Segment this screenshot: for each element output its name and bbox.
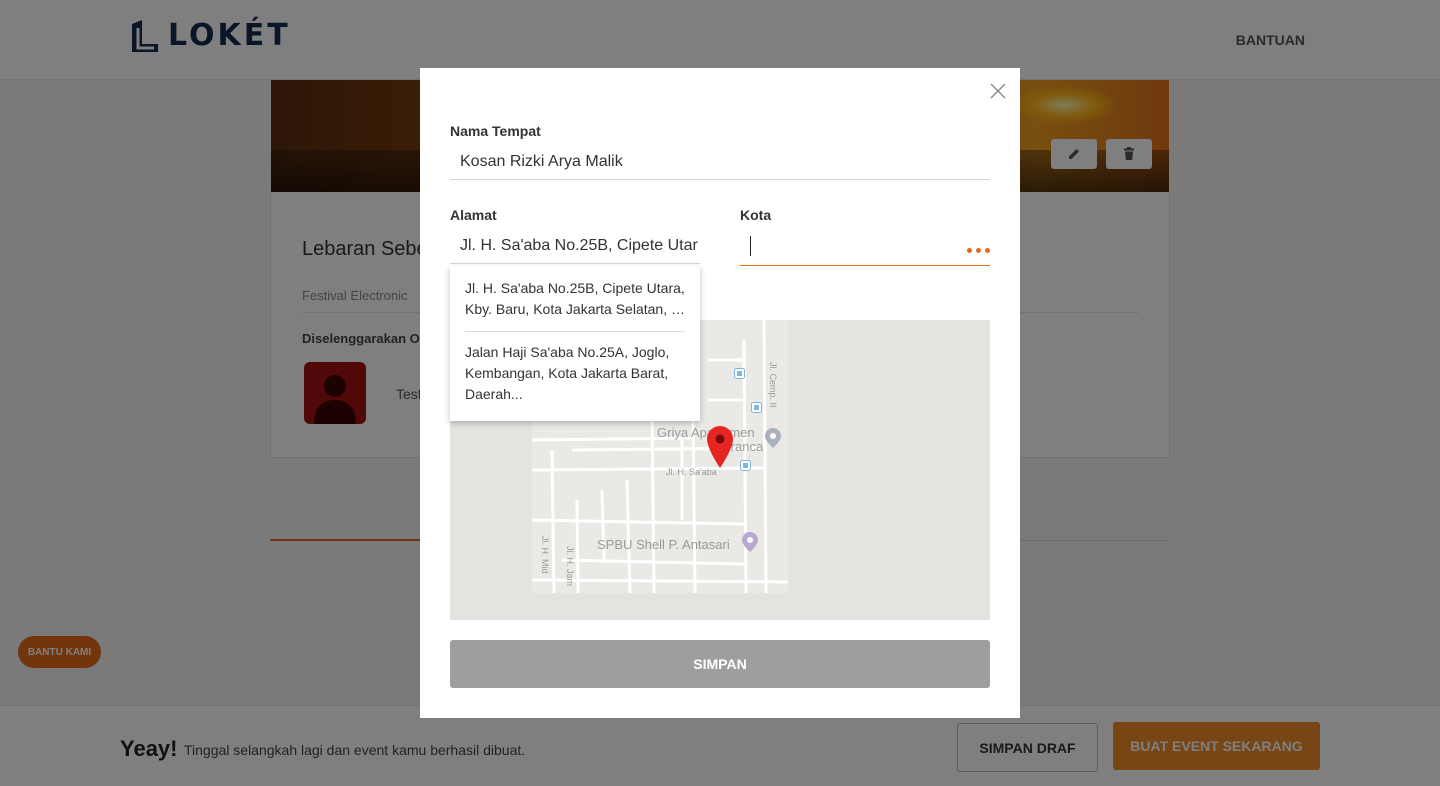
city-input[interactable]: [740, 230, 990, 266]
loading-dots-icon: [967, 248, 990, 253]
city-label: Kota: [740, 207, 772, 223]
address-label: Alamat: [450, 207, 497, 223]
suggestion-item[interactable]: Jl. H. Sa'aba No.25B, Cipete Utara, Kby.…: [465, 266, 685, 331]
map-street-label: Jl. H. Sa'aba: [666, 467, 717, 477]
place-name-input[interactable]: Kosan Rizki Arya Malik: [450, 144, 990, 180]
suggestion-line: Kby. Baru, Kota Jakarta Selatan, D...: [465, 301, 685, 317]
suggestion-line: Daerah...: [465, 386, 523, 402]
save-button[interactable]: SIMPAN: [450, 640, 990, 688]
suggestion-line: Jl. H. Sa'aba No.25B, Cipete Utara,: [465, 280, 685, 296]
address-suggestions-dropdown: Jl. H. Sa'aba No.25B, Cipete Utara, Kby.…: [450, 266, 700, 421]
map-street-label: Jl. Cemp. II: [768, 362, 778, 408]
location-pin-icon[interactable]: [707, 426, 733, 468]
bus-stop-icon: [734, 368, 745, 379]
suggestion-line: Kembangan, Kota Jakarta Barat,: [465, 365, 669, 381]
suggestion-line: Jalan Haji Sa'aba No.25A, Joglo,: [465, 344, 670, 360]
location-modal: Nama Tempat Kosan Rizki Arya Malik Alama…: [420, 68, 1020, 718]
map-poi-label: Griya Apartemen: [657, 425, 755, 440]
map-street-label: Jl. H. Mid: [540, 536, 550, 574]
suggestion-item[interactable]: Jalan Haji Sa'aba No.25A, Joglo, Kembang…: [465, 331, 685, 416]
map-poi-label: SPBU Shell P. Antasari: [597, 537, 730, 552]
bus-stop-icon: [740, 460, 751, 471]
place-name-label: Nama Tempat: [450, 123, 541, 139]
address-input[interactable]: Jl. H. Sa'aba No.25B, Cipete Utar: [450, 228, 700, 264]
map-street-label: Jl. H. Jam: [565, 546, 575, 587]
map-poi-icon: [765, 428, 781, 448]
close-icon: [990, 83, 1006, 99]
text-caret: [750, 236, 751, 256]
bus-stop-icon: [751, 402, 762, 413]
close-button[interactable]: [988, 81, 1008, 101]
map-poi-icon: [742, 532, 758, 552]
